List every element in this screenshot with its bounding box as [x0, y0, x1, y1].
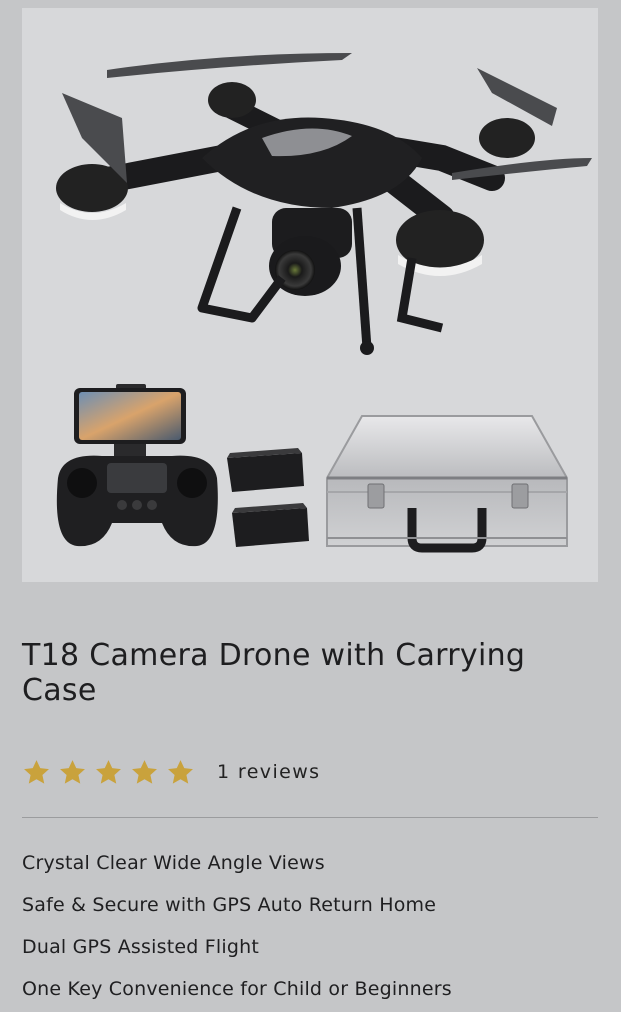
star-icon [96, 759, 121, 784]
rating-stars[interactable] [22, 758, 195, 787]
battery-illustration [227, 448, 309, 547]
star-icon [60, 759, 85, 784]
remote-controller-illustration [56, 384, 218, 547]
star-icon [132, 759, 157, 784]
feature-item: Safe & Secure with GPS Auto Return Home [22, 894, 437, 916]
feature-item: Dual GPS Assisted Flight [22, 936, 259, 958]
product-title: T18 Camera Drone with Carrying Case [22, 638, 526, 708]
reviews-link[interactable]: 1 reviews [217, 761, 320, 783]
feature-item: Crystal Clear Wide Angle Views [22, 852, 325, 874]
rating-row[interactable]: 1 reviews [22, 752, 320, 792]
product-image-illustration [56, 53, 592, 553]
feature-list: Crystal Clear Wide Angle Views Safe & Se… [22, 842, 452, 1010]
divider [22, 817, 598, 818]
product-image[interactable] [22, 8, 598, 582]
star-icon [24, 759, 49, 784]
drone-illustration [56, 53, 592, 355]
star-icon [168, 759, 193, 784]
feature-item: One Key Convenience for Child or Beginne… [22, 978, 452, 1000]
carrying-case-illustration [326, 415, 568, 553]
